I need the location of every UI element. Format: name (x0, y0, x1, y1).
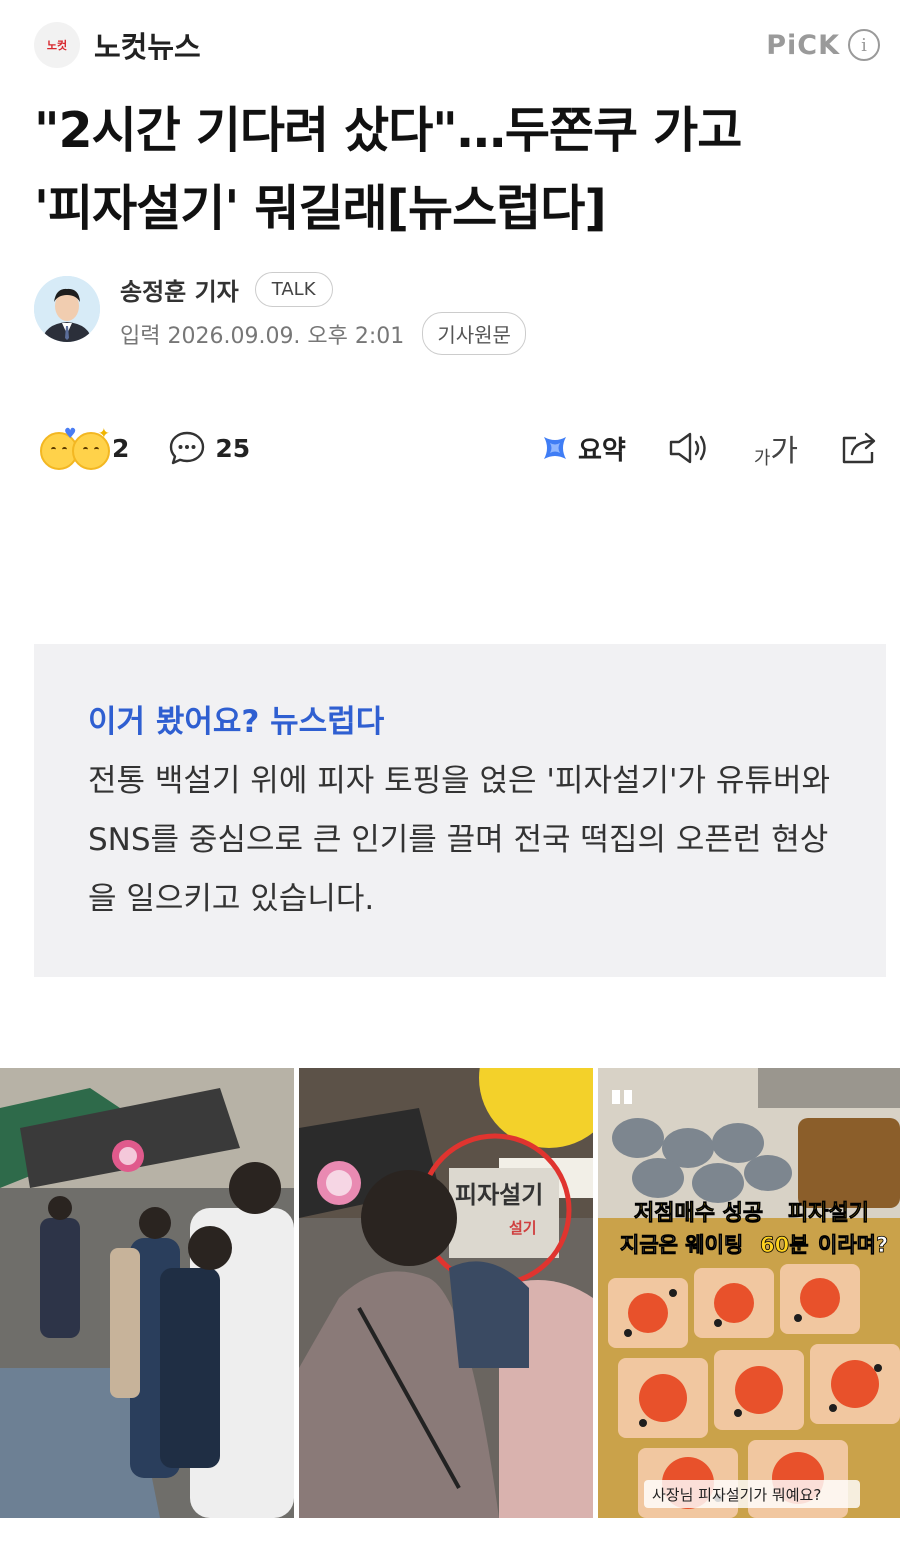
action-bar: ♥ ✦ 2 25 요약 가 가 (34, 420, 880, 476)
heart-icon: ♥ (64, 426, 77, 442)
talk-button[interactable]: TALK (254, 272, 333, 307)
date-row: 입력 2026.09.09. 오후 2:01 기사원문 (120, 312, 526, 355)
ai-summary-icon (543, 437, 566, 459)
bottom-caption: 사장님 피자설기가 뭐예요? (652, 1486, 821, 1504)
byline: 송정훈 기자 TALK 입력 2026.09.09. 오후 2:01 기사원문 (34, 272, 880, 355)
article-header: 노컷 노컷뉴스 PiCK i (34, 20, 880, 70)
publisher-logo-text: 노컷 (46, 39, 68, 52)
summary-body: 전통 백설기 위에 피자 토핑을 얹은 '피자설기'가 유튜버와 SNS를 중심… (88, 763, 830, 917)
comment-icon[interactable] (167, 428, 207, 468)
info-icon[interactable]: i (848, 29, 880, 61)
summary-button[interactable]: 요약 (540, 430, 626, 467)
reporter-name[interactable]: 송정훈 기자 (120, 272, 239, 307)
summary-label: 요약 (577, 435, 626, 466)
caption-line1-a: 저점매수 성공 (634, 1201, 763, 1226)
caption-line2-a: 지금은 웨이팅 (620, 1233, 743, 1257)
publisher-name[interactable]: 노컷뉴스 (94, 24, 201, 66)
summary-title: 이거 봤어요? 뉴스럽다 (88, 704, 385, 740)
caption-line2-c: 이라며? (818, 1233, 888, 1257)
news-summary-box: 이거 봤어요? 뉴스럽다 전통 백설기 위에 피자 토핑을 얹은 '피자설기'가… (34, 644, 886, 977)
speaker-icon[interactable] (666, 428, 710, 468)
headline-line-1: "2시간 기다려 샀다"…두쫀쿠 가고 (34, 102, 742, 159)
market-queue-photo (0, 1068, 294, 1518)
font-size-big-label: 가 (770, 434, 798, 469)
font-size-small-label: 가 (753, 448, 771, 469)
headline-line-2: '피자설기' 뭐길래[뉴스럽다] (34, 180, 607, 237)
caption-line1-b: 피자설기 (788, 1201, 869, 1226)
reaction-count[interactable]: 2 (112, 434, 129, 463)
article-photo-collage[interactable]: 피자설기 설기 저점매수 성공 피자설기 지금은 웨이팅 60분 이라며? 사장… (0, 1068, 900, 1518)
publisher-logo[interactable]: 노컷 (34, 22, 80, 68)
pizza-seolgi-closeup-photo: 저점매수 성공 피자설기 지금은 웨이팅 60분 이라며? 사장님 피자설기가 … (598, 1068, 900, 1518)
reporter-row: 송정훈 기자 TALK (120, 272, 333, 307)
sign-big-text: 피자설기 (455, 1181, 543, 1209)
pick-label: PiCK (766, 29, 840, 61)
share-icon[interactable] (838, 428, 880, 468)
sign-small-text: 설기 (509, 1219, 537, 1237)
reporter-avatar[interactable] (34, 276, 100, 342)
pick-badge[interactable]: PiCK i (766, 29, 880, 61)
sparkle-icon: ✦ (98, 426, 110, 442)
caption-line2-b: 60분 (760, 1233, 809, 1257)
pizza-seolgi-sign-photo: 피자설기 설기 (299, 1068, 593, 1518)
font-size-button[interactable]: 가 가 (754, 426, 798, 470)
article-headline: "2시간 기다려 샀다"…두쫀쿠 가고 '피자설기' 뭐길래[뉴스럽다] (34, 92, 874, 248)
reaction-emoji-icon[interactable]: ♥ ✦ (34, 426, 110, 470)
original-article-button[interactable]: 기사원문 (422, 312, 526, 355)
published-date: 입력 2026.09.09. 오후 2:01 (120, 323, 405, 349)
comment-count[interactable]: 25 (215, 434, 250, 463)
